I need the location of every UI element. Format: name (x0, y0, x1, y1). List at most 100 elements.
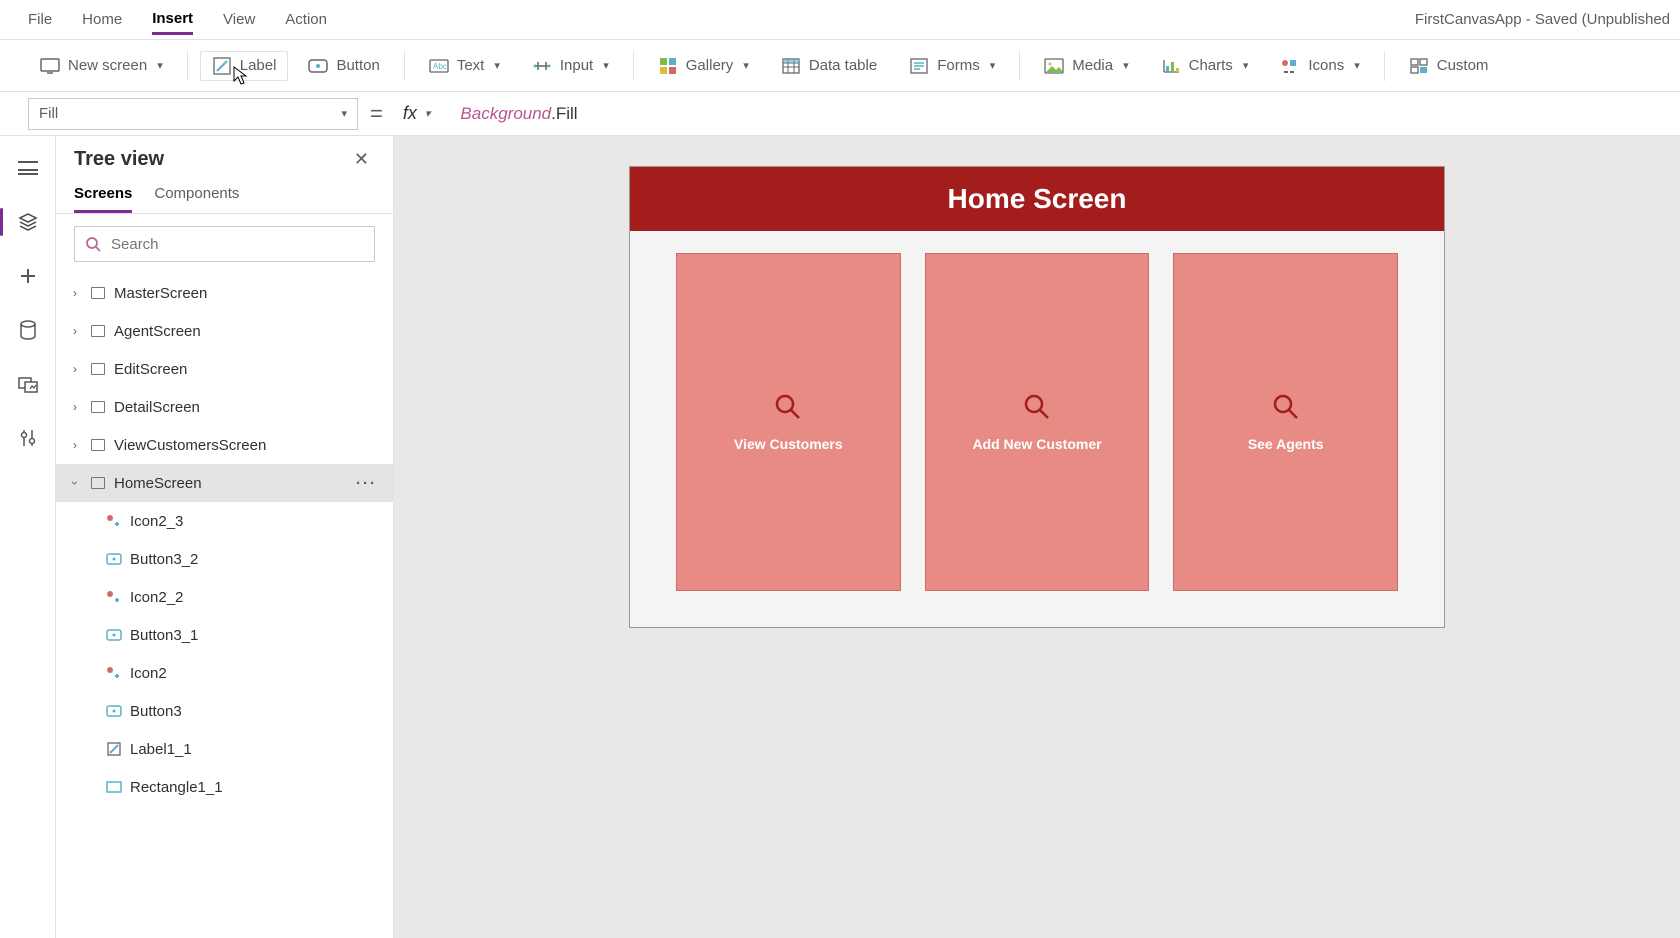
card-add-new-customer[interactable]: Add New Customer (925, 253, 1150, 591)
charts-button[interactable]: Charts ▾ (1149, 51, 1261, 81)
search-box[interactable] (74, 226, 375, 262)
chevron-right-icon: › (68, 438, 82, 452)
menu-home[interactable]: Home (82, 5, 122, 34)
tree-list[interactable]: ›MasterScreen ›AgentScreen ›EditScreen ›… (56, 274, 393, 938)
left-rail (0, 136, 56, 938)
screen-icon (88, 401, 108, 413)
formula-input[interactable]: Background.Fill (450, 98, 1672, 130)
button-button-label: Button (336, 57, 379, 74)
label-control-icon (104, 742, 124, 756)
rail-media-button[interactable] (10, 366, 46, 402)
property-selector[interactable]: Fill ▾ (28, 98, 358, 130)
rail-data-button[interactable] (10, 312, 46, 348)
chevron-right-icon: › (68, 400, 82, 414)
menu-view[interactable]: View (223, 5, 255, 34)
custom-button-label: Custom (1437, 57, 1489, 74)
tree-control-icon2[interactable]: Icon2 (56, 654, 393, 692)
cards-row: View Customers Add New Customer See Agen… (630, 231, 1444, 627)
tree-item-label: Button3 (130, 703, 383, 720)
label-button[interactable]: Label (200, 51, 289, 81)
menu-file[interactable]: File (28, 5, 52, 34)
device-preview[interactable]: Home Screen View Customers Add New Custo… (629, 166, 1445, 628)
card-label: View Customers (734, 436, 843, 452)
media-button[interactable]: Media ▾ (1032, 51, 1140, 81)
tree-item-label: Icon2_2 (130, 589, 383, 606)
canvas-area[interactable]: Home Screen View Customers Add New Custo… (394, 136, 1680, 938)
new-screen-button[interactable]: New screen ▾ (28, 51, 175, 81)
chevron-down-icon: ▾ (494, 59, 500, 72)
rail-advanced-button[interactable] (10, 420, 46, 456)
tree-item-label: Button3_1 (130, 627, 383, 644)
layers-icon (18, 212, 38, 232)
tree-screen-viewcustomersscreen[interactable]: › ViewCustomersScreen (56, 426, 393, 464)
menu-insert[interactable]: Insert (152, 4, 193, 35)
screen-icon (88, 325, 108, 337)
screen-icon (88, 439, 108, 451)
screen-icon (88, 477, 108, 489)
forms-icon (909, 57, 929, 75)
tab-screens[interactable]: Screens (74, 179, 132, 213)
data-table-button[interactable]: Data table (769, 51, 889, 81)
media-rail-icon (18, 375, 38, 393)
tree-control-button3[interactable]: Button3 (56, 692, 393, 730)
card-see-agents[interactable]: See Agents (1173, 253, 1398, 591)
tree-control-button3-2[interactable]: Button3_2 (56, 540, 393, 578)
tree-screen-editscreen[interactable]: ›EditScreen (56, 350, 393, 388)
chevron-down-icon: ▾ (990, 59, 996, 72)
icon-control-icon (104, 666, 124, 680)
rail-hamburger-button[interactable] (10, 150, 46, 186)
menu-bar: File Home Insert View Action FirstCanvas… (0, 0, 1680, 40)
card-label: Add New Customer (972, 436, 1101, 452)
tree-item-label: ViewCustomersScreen (114, 437, 383, 454)
home-screen-header[interactable]: Home Screen (630, 167, 1444, 231)
button-icon (308, 57, 328, 75)
custom-button[interactable]: Custom (1397, 51, 1501, 81)
tree-item-label: Label1_1 (130, 741, 383, 758)
data-table-icon (781, 57, 801, 75)
chevron-down-icon: ▾ (157, 59, 163, 72)
more-icon[interactable]: ··· (356, 475, 383, 492)
icons-button[interactable]: Icons ▾ (1268, 51, 1371, 81)
search-icon (1022, 392, 1052, 422)
card-view-customers[interactable]: View Customers (676, 253, 901, 591)
text-button-label: Text (457, 57, 485, 74)
text-button[interactable]: Abc Text ▾ (417, 51, 512, 81)
tree-panel: Tree view ✕ Screens Components ›MasterSc… (56, 136, 394, 938)
input-button[interactable]: Input ▾ (520, 51, 621, 81)
tree-item-label: DetailScreen (114, 399, 383, 416)
gallery-button[interactable]: Gallery ▾ (646, 51, 761, 81)
panel-tabs: Screens Components (56, 179, 393, 214)
tree-screen-homescreen[interactable]: ›HomeScreen··· (56, 464, 393, 502)
screen-icon (40, 57, 60, 75)
screen-icon (88, 287, 108, 299)
chevron-down-icon: ▾ (425, 107, 431, 120)
tree-control-label1-1[interactable]: Label1_1 (56, 730, 393, 768)
custom-icon (1409, 57, 1429, 75)
forms-button[interactable]: Forms ▾ (897, 51, 1007, 81)
menu-action[interactable]: Action (285, 5, 327, 34)
button-button[interactable]: Button (296, 51, 391, 81)
tab-components[interactable]: Components (154, 179, 239, 213)
tree-screen-agentscreen[interactable]: ›AgentScreen (56, 312, 393, 350)
tree-control-icon2-2[interactable]: Icon2_2 (56, 578, 393, 616)
chevron-right-icon: › (68, 324, 82, 338)
tree-control-button3-1[interactable]: Button3_1 (56, 616, 393, 654)
tree-screen-masterscreen[interactable]: ›MasterScreen (56, 274, 393, 312)
tree-item-label: Rectangle1_1 (130, 779, 383, 796)
search-icon (85, 236, 101, 252)
plus-icon (18, 266, 38, 286)
formula-object: Background (460, 104, 551, 124)
tree-control-icon2-3[interactable]: Icon2_3 (56, 502, 393, 540)
label-button-label: Label (240, 57, 277, 74)
panel-title: Tree view (74, 148, 164, 171)
search-input[interactable] (109, 235, 364, 254)
rail-tree-view-button[interactable] (10, 204, 46, 240)
tree-control-rectangle1-1[interactable]: Rectangle1_1 (56, 768, 393, 806)
screen-icon (88, 363, 108, 375)
rail-insert-button[interactable] (10, 258, 46, 294)
panel-close-button[interactable]: ✕ (348, 148, 375, 171)
equals-sign: = (370, 101, 383, 127)
fx-button[interactable]: fx ▾ (395, 103, 439, 124)
label-icon (212, 57, 232, 75)
tree-screen-detailscreen[interactable]: › DetailScreen (56, 388, 393, 426)
